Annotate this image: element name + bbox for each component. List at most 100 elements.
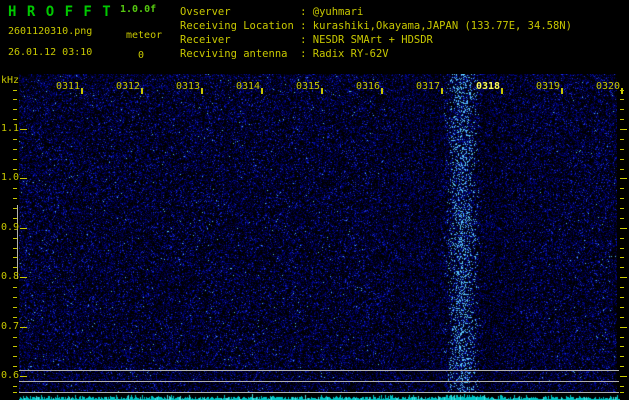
right-axis-tick xyxy=(620,392,624,393)
y-minor-tick xyxy=(13,149,17,150)
meteor-count-value: 0 xyxy=(138,50,145,61)
x-minute-tick xyxy=(261,88,263,94)
right-axis-tick xyxy=(620,188,624,189)
right-axis-tick xyxy=(620,386,624,387)
right-axis-tick xyxy=(620,139,624,140)
x-tick-label: 0313 xyxy=(176,81,201,92)
y-minor-tick xyxy=(13,317,17,318)
y-minor-tick xyxy=(13,297,17,298)
y-major-tick xyxy=(20,178,27,179)
y-minor-tick xyxy=(13,337,17,338)
x-tick-label: 0320 xyxy=(596,81,621,92)
header-info-row: Ovserver : @yuhmari xyxy=(180,6,364,18)
output-filename: 2601120310.png xyxy=(8,26,93,37)
right-axis-tick xyxy=(620,149,624,150)
x-minute-tick xyxy=(201,88,203,94)
y-minor-tick xyxy=(13,238,17,239)
y-minor-tick xyxy=(13,198,17,199)
right-axis-tick xyxy=(620,129,627,130)
x-minute-tick xyxy=(441,88,443,94)
header-info-row: Receiver : NESDR SMArt + HDSDR xyxy=(180,34,433,46)
y-minor-tick xyxy=(13,356,17,357)
x-minute-tick xyxy=(501,88,503,94)
y-tick-label: 1.1 xyxy=(1,123,20,134)
right-axis-tick xyxy=(620,307,624,308)
right-axis-tick xyxy=(620,267,624,268)
reference-line xyxy=(19,381,619,382)
y-tick-label: 0.6 xyxy=(1,370,20,381)
y-tick-label: 0.8 xyxy=(1,271,20,283)
right-axis-tick xyxy=(620,238,624,239)
y-major-tick xyxy=(20,327,27,328)
x-tick-label: 0312 xyxy=(116,81,141,92)
right-axis-tick xyxy=(620,327,627,328)
right-axis-tick xyxy=(620,346,624,347)
right-axis-tick xyxy=(620,109,624,110)
y-axis-unit-label: kHz xyxy=(1,75,20,86)
y-minor-tick xyxy=(13,169,17,170)
y-minor-tick xyxy=(13,159,17,160)
right-axis-tick xyxy=(620,356,624,357)
right-axis-tick xyxy=(620,297,624,298)
x-tick-label: 0315 xyxy=(296,81,321,92)
right-axis-tick xyxy=(620,317,624,318)
y-minor-tick xyxy=(13,109,17,110)
y-minor-tick xyxy=(13,346,17,347)
app-version: 1.0.0f xyxy=(120,4,157,15)
x-tick-label: 0316 xyxy=(356,81,381,92)
right-axis-tick xyxy=(620,376,627,377)
y-minor-tick xyxy=(13,208,17,209)
y-minor-tick xyxy=(13,386,17,387)
x-tick-label: 0311 xyxy=(56,81,81,92)
y-minor-tick xyxy=(13,139,17,140)
header-info-row: Receiving Location : kurashiki,Okayama,J… xyxy=(180,20,572,32)
y-minor-tick xyxy=(13,287,17,288)
y-minor-tick xyxy=(13,267,17,268)
signal-level-trace xyxy=(19,392,620,400)
header-info: Ovserver : @yuhmari Receiving Location : … xyxy=(180,5,572,61)
y-minor-tick xyxy=(13,188,17,189)
spectrogram-waterfall xyxy=(19,74,617,392)
right-axis-tick xyxy=(620,248,624,249)
y-minor-tick xyxy=(13,248,17,249)
y-minor-tick xyxy=(13,392,17,393)
right-axis-tick xyxy=(620,119,624,120)
x-tick-label: 0319 xyxy=(536,81,561,92)
header-info-row: Recviving antenna : Radix RY-62V xyxy=(180,48,389,60)
x-minute-tick xyxy=(561,88,563,94)
y-major-tick xyxy=(20,129,27,130)
right-axis-tick xyxy=(620,208,624,209)
freq-marker-line xyxy=(17,205,18,279)
y-minor-tick xyxy=(13,99,17,100)
x-tick-label: 0317 xyxy=(416,81,441,92)
y-major-tick xyxy=(20,376,27,377)
x-tick-label: 0318 xyxy=(476,81,501,92)
x-minute-tick xyxy=(381,88,383,94)
y-minor-tick xyxy=(13,119,17,120)
reference-line xyxy=(19,392,619,393)
y-major-tick xyxy=(20,228,27,229)
y-tick-label: 0.7 xyxy=(1,320,20,332)
y-major-tick xyxy=(20,277,27,278)
reference-line xyxy=(19,370,619,371)
right-axis-tick xyxy=(620,257,624,258)
right-axis-tick xyxy=(620,99,624,100)
x-tick-label: 0314 xyxy=(236,81,261,92)
y-tick-label: 0.9 xyxy=(1,221,20,233)
y-minor-tick xyxy=(13,307,17,308)
right-axis-tick xyxy=(620,277,627,278)
right-axis-tick xyxy=(620,218,624,219)
x-minute-tick xyxy=(81,88,83,94)
hrofft-window: H R O F F T 1.0.0f 2601120310.png meteor… xyxy=(0,0,629,400)
observation-datetime: 26.01.12 03:10 xyxy=(8,47,93,58)
x-minute-tick xyxy=(621,88,623,94)
right-axis-tick xyxy=(620,159,624,160)
app-title: H R O F F T xyxy=(8,4,112,20)
right-axis-tick xyxy=(620,198,624,199)
right-axis-tick xyxy=(620,169,624,170)
y-minor-tick xyxy=(13,257,17,258)
right-axis-tick xyxy=(620,287,624,288)
x-minute-tick xyxy=(321,88,323,94)
y-minor-tick xyxy=(13,218,17,219)
x-minute-tick xyxy=(141,88,143,94)
